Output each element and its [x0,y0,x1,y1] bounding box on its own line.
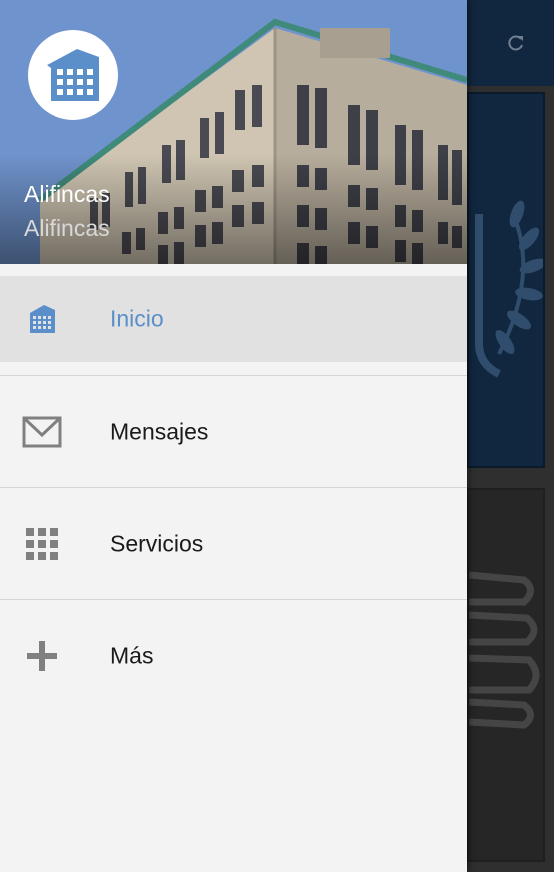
divider [0,375,467,376]
mail-icon [22,412,62,452]
nav-item-inicio[interactable]: Inicio [0,276,467,362]
nav-label-mensajes: Mensajes [110,418,209,445]
drawer-header: Alifincas Alifincas [0,0,467,264]
nav-label-mas: Más [110,642,154,669]
nav-item-servicios[interactable]: Servicios [0,501,467,587]
account-subtitle: Alifincas [24,215,110,241]
nav-label-inicio: Inicio [110,305,164,332]
header-gradient [0,154,467,264]
app-logo[interactable] [28,30,118,120]
account-name: Alifincas [24,181,110,207]
nav-label-servicios: Servicios [110,530,204,557]
grid-icon [22,524,62,564]
nav-item-mas[interactable]: Más [0,613,467,699]
nav-item-mensajes[interactable]: Mensajes [0,389,467,475]
building-icon [22,299,62,339]
navigation-drawer: Alifincas Alifincas Inicio Mensajes Serv… [0,0,467,872]
plus-icon [22,636,62,676]
building-logo-icon [47,49,99,101]
divider [0,599,467,600]
divider [0,487,467,488]
